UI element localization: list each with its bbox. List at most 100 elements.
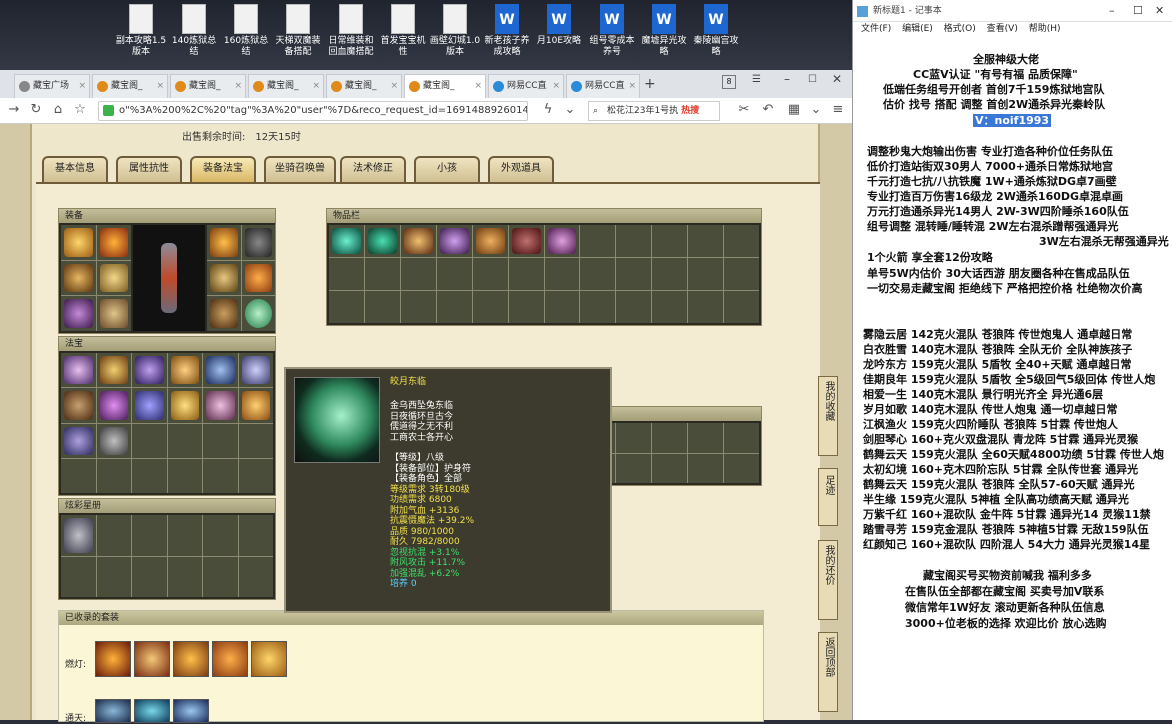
desktop-icon-doc[interactable]: 首发宝宝机性: [377, 4, 429, 58]
item-slot[interactable]: [238, 423, 273, 458]
item-slot[interactable]: [508, 291, 544, 323]
desktop-icon-word[interactable]: W 魔墟异光攻略: [638, 4, 690, 58]
item-slot[interactable]: [167, 353, 202, 388]
desktop-icon-doc[interactable]: 天梯双魔装备搭配: [272, 4, 324, 58]
url-field[interactable]: o"%3A%200%2C%20"tag"%3A%20"user"%7D&reco…: [98, 101, 528, 121]
browser-tab-active[interactable]: 藏宝阁_ ×: [404, 74, 486, 98]
scissors-icon[interactable]: ✂: [736, 102, 752, 118]
item-slot[interactable]: [472, 291, 508, 323]
item-slot[interactable]: [580, 225, 616, 257]
item-slot[interactable]: [616, 453, 652, 483]
item-slot[interactable]: [724, 225, 759, 257]
item-slot[interactable]: [364, 291, 400, 323]
item-slot[interactable]: [544, 291, 580, 323]
close-icon[interactable]: ×: [78, 75, 86, 97]
item-slot[interactable]: [238, 353, 273, 388]
item-slot[interactable]: [688, 291, 724, 323]
browser-tab[interactable]: 藏宝阁_ ×: [170, 74, 246, 98]
tab-count-badge[interactable]: 8: [722, 75, 736, 89]
equipment-slot[interactable]: [241, 296, 275, 331]
item-slot[interactable]: [238, 388, 273, 423]
desktop-icon-doc[interactable]: 画壁幻城1.0版本: [429, 4, 481, 58]
browser-tab[interactable]: 藏宝阁_ ×: [326, 74, 402, 98]
equipment-slot[interactable]: [61, 296, 96, 331]
refresh-icon[interactable]: ↶: [760, 102, 776, 118]
item-slot[interactable]: [61, 515, 96, 556]
item-slot[interactable]: [132, 353, 167, 388]
close-icon[interactable]: ×: [156, 75, 164, 97]
my-favorites-button[interactable]: 我的收藏: [818, 376, 838, 456]
equipment-slot[interactable]: [61, 260, 96, 296]
browser-tab[interactable]: 藏宝广场 ×: [14, 74, 90, 98]
grid-icon[interactable]: ▦: [786, 102, 802, 118]
menu-edit[interactable]: 编辑(E): [902, 24, 933, 34]
item-slot[interactable]: [652, 291, 688, 323]
set-item[interactable]: [251, 641, 287, 677]
item-slot[interactable]: [203, 353, 238, 388]
home-icon[interactable]: ⌂: [50, 102, 66, 118]
item-slot[interactable]: [61, 458, 96, 493]
equipment-slot[interactable]: [207, 260, 241, 296]
item-slot[interactable]: [400, 291, 436, 323]
menu-view[interactable]: 查看(V): [987, 24, 1018, 34]
item-slot[interactable]: [238, 515, 273, 556]
tab-appearance[interactable]: 外观道具: [488, 156, 554, 182]
browser-tab[interactable]: 藏宝阁_ ×: [92, 74, 168, 98]
item-slot[interactable]: [616, 291, 652, 323]
item-slot[interactable]: [203, 556, 238, 597]
tab-mounts[interactable]: 坐骑召唤兽: [264, 156, 336, 182]
item-slot[interactable]: [400, 225, 436, 257]
item-slot[interactable]: [436, 258, 472, 290]
minimize-icon[interactable]: –: [784, 72, 790, 86]
equipment-slot[interactable]: [207, 296, 241, 331]
item-slot[interactable]: [96, 556, 131, 597]
browser-tab[interactable]: 网易CC直 ×: [566, 74, 640, 98]
item-slot[interactable]: [132, 423, 167, 458]
item-slot[interactable]: [508, 225, 544, 257]
item-slot[interactable]: [329, 225, 364, 257]
item-slot[interactable]: [167, 515, 202, 556]
item-slot[interactable]: [167, 458, 202, 493]
item-slot[interactable]: [96, 353, 131, 388]
more-icon[interactable]: ≡: [830, 102, 846, 118]
star-icon[interactable]: ☆: [72, 102, 88, 118]
item-slot[interactable]: [688, 225, 724, 257]
menu-icon[interactable]: ☰: [752, 74, 761, 85]
menu-file[interactable]: 文件(F): [861, 24, 891, 34]
item-slot[interactable]: [652, 423, 688, 453]
item-slot[interactable]: [61, 388, 96, 423]
item-slot[interactable]: [472, 258, 508, 290]
item-slot[interactable]: [724, 453, 759, 483]
maximize-icon[interactable]: ☐: [1133, 0, 1143, 22]
desktop-icon-doc[interactable]: 日常维装和回血魔搭配: [325, 4, 377, 58]
item-slot[interactable]: [616, 258, 652, 290]
new-tab-button[interactable]: +: [644, 76, 656, 92]
desktop-icon-doc[interactable]: 副本攻略1.5版本: [115, 4, 167, 58]
item-slot[interactable]: [96, 388, 131, 423]
dropdown-icon[interactable]: ⌄: [808, 102, 824, 118]
item-slot[interactable]: [364, 225, 400, 257]
item-slot[interactable]: [132, 388, 167, 423]
set-item[interactable]: [134, 641, 170, 677]
equipment-slot[interactable]: [241, 225, 275, 260]
browser-tab[interactable]: 藏宝阁_ ×: [248, 74, 324, 98]
item-slot[interactable]: [238, 458, 273, 493]
item-slot[interactable]: [580, 291, 616, 323]
item-slot[interactable]: [61, 353, 96, 388]
item-slot[interactable]: [96, 515, 131, 556]
item-slot[interactable]: [364, 258, 400, 290]
item-slot[interactable]: [96, 458, 131, 493]
item-slot[interactable]: [724, 291, 759, 323]
equipment-slot[interactable]: [96, 260, 131, 296]
item-slot[interactable]: [508, 258, 544, 290]
dropdown-icon[interactable]: ⌄: [562, 102, 578, 118]
item-slot[interactable]: [652, 225, 688, 257]
back-icon[interactable]: →: [6, 102, 22, 118]
item-slot[interactable]: [688, 258, 724, 290]
item-slot[interactable]: [61, 423, 96, 458]
item-slot[interactable]: [96, 423, 131, 458]
item-slot[interactable]: [167, 388, 202, 423]
tab-spells[interactable]: 法术修正: [340, 156, 406, 182]
desktop-icon-doc[interactable]: 160炼狱总结: [220, 4, 272, 58]
set-item[interactable]: [134, 699, 170, 723]
